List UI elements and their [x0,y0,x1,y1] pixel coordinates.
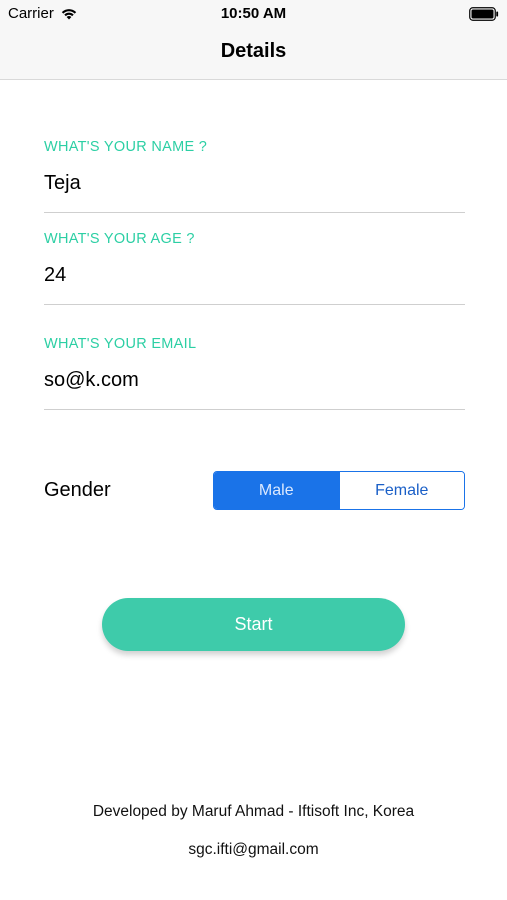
email-field: WHAT'S YOUR EMAIL so@k.com [44,334,465,410]
details-screen: Carrier 10:50 AM Details WHAT'S YOUR NAM… [0,0,507,900]
page-title: Details [220,40,287,62]
gender-segmented-control: Male Female [213,471,465,510]
name-field-label: WHAT'S YOUR NAME ? [44,139,208,155]
gender-label: Gender [44,479,111,501]
email-input[interactable]: so@k.com [44,366,465,394]
gender-option-male[interactable]: Male [214,472,339,509]
email-field-label: WHAT'S YOUR EMAIL [44,336,197,352]
developer-email: sgc.ifti@gmail.com [188,841,319,858]
battery-icon [469,7,499,21]
start-button[interactable]: Start [102,598,405,651]
developer-credit: Developed by Maruf Ahmad - Iftisoft Inc,… [92,803,415,820]
name-input[interactable]: Teja [44,169,465,197]
age-field-label: WHAT'S YOUR AGE ? [44,231,195,247]
gender-option-female[interactable]: Female [338,472,464,509]
name-field: WHAT'S YOUR NAME ? Teja [44,137,465,213]
age-input[interactable]: 24 [44,261,465,289]
age-field: WHAT'S YOUR AGE ? 24 [44,229,465,305]
status-time: 10:50 AM [220,5,287,22]
top-bar: Carrier 10:50 AM Details [0,0,507,80]
